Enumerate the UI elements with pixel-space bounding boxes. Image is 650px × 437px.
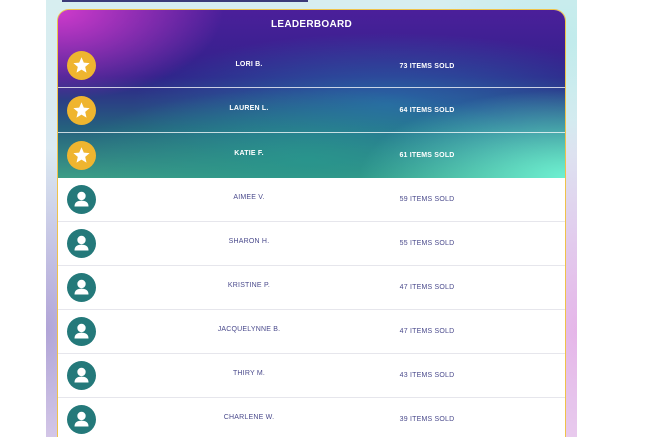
leaderboard-header: LEADERBOARD LORI B. 73 ITEMS SOLD LAUREN… <box>58 10 565 178</box>
member-name: SHARON H. <box>228 238 270 245</box>
user-icon <box>67 229 96 258</box>
user-icon <box>67 185 96 214</box>
user-icon <box>67 273 96 302</box>
leaderboard-card: LEADERBOARD LORI B. 73 ITEMS SOLD LAUREN… <box>57 9 566 437</box>
leaderboard-row-top-3: KATIE F. 61 ITEMS SOLD <box>58 134 565 178</box>
page: LEADERBOARD LORI B. 73 ITEMS SOLD LAUREN… <box>0 0 650 437</box>
leaderboard-row: JACQUELYNNE B. 47 ITEMS SOLD <box>58 310 565 354</box>
items-sold: 61 ITEMS SOLD <box>399 152 455 159</box>
items-sold: 47 ITEMS SOLD <box>399 328 455 335</box>
leaderboard-row-top-1: LORI B. 73 ITEMS SOLD <box>58 44 565 88</box>
member-name: THIRY M. <box>232 370 266 377</box>
member-name: KATIE F. <box>234 150 264 157</box>
items-sold: 59 ITEMS SOLD <box>399 196 455 203</box>
member-name: CHARLENE W. <box>223 414 275 421</box>
star-icon <box>67 51 96 80</box>
star-icon <box>67 141 96 170</box>
items-sold: 43 ITEMS SOLD <box>399 372 455 379</box>
member-name: KRISTINE P. <box>227 282 271 289</box>
items-sold: 73 ITEMS SOLD <box>399 63 455 70</box>
user-icon <box>67 361 96 390</box>
member-name: LORI B. <box>235 61 263 68</box>
member-name: LAUREN L. <box>229 105 269 112</box>
star-icon <box>67 96 96 125</box>
leaderboard-row: SHARON H. 55 ITEMS SOLD <box>58 222 565 266</box>
leaderboard-title: LEADERBOARD <box>270 19 353 30</box>
user-icon <box>67 317 96 346</box>
items-sold: 47 ITEMS SOLD <box>399 284 455 291</box>
member-name: JACQUELYNNE B. <box>217 326 281 333</box>
top-link-underline <box>62 0 308 2</box>
leaderboard-row: KRISTINE P. 47 ITEMS SOLD <box>58 266 565 310</box>
items-sold: 64 ITEMS SOLD <box>399 107 455 114</box>
leaderboard-row-top-2: LAUREN L. 64 ITEMS SOLD <box>58 89 565 133</box>
member-name: AIMEE V. <box>233 194 265 201</box>
user-icon <box>67 405 96 434</box>
leaderboard-row: THIRY M. 43 ITEMS SOLD <box>58 354 565 398</box>
leaderboard-row: CHARLENE W. 39 ITEMS SOLD <box>58 398 565 437</box>
leaderboard-row: AIMEE V. 59 ITEMS SOLD <box>58 178 565 222</box>
items-sold: 55 ITEMS SOLD <box>399 240 455 247</box>
items-sold: 39 ITEMS SOLD <box>399 416 455 423</box>
